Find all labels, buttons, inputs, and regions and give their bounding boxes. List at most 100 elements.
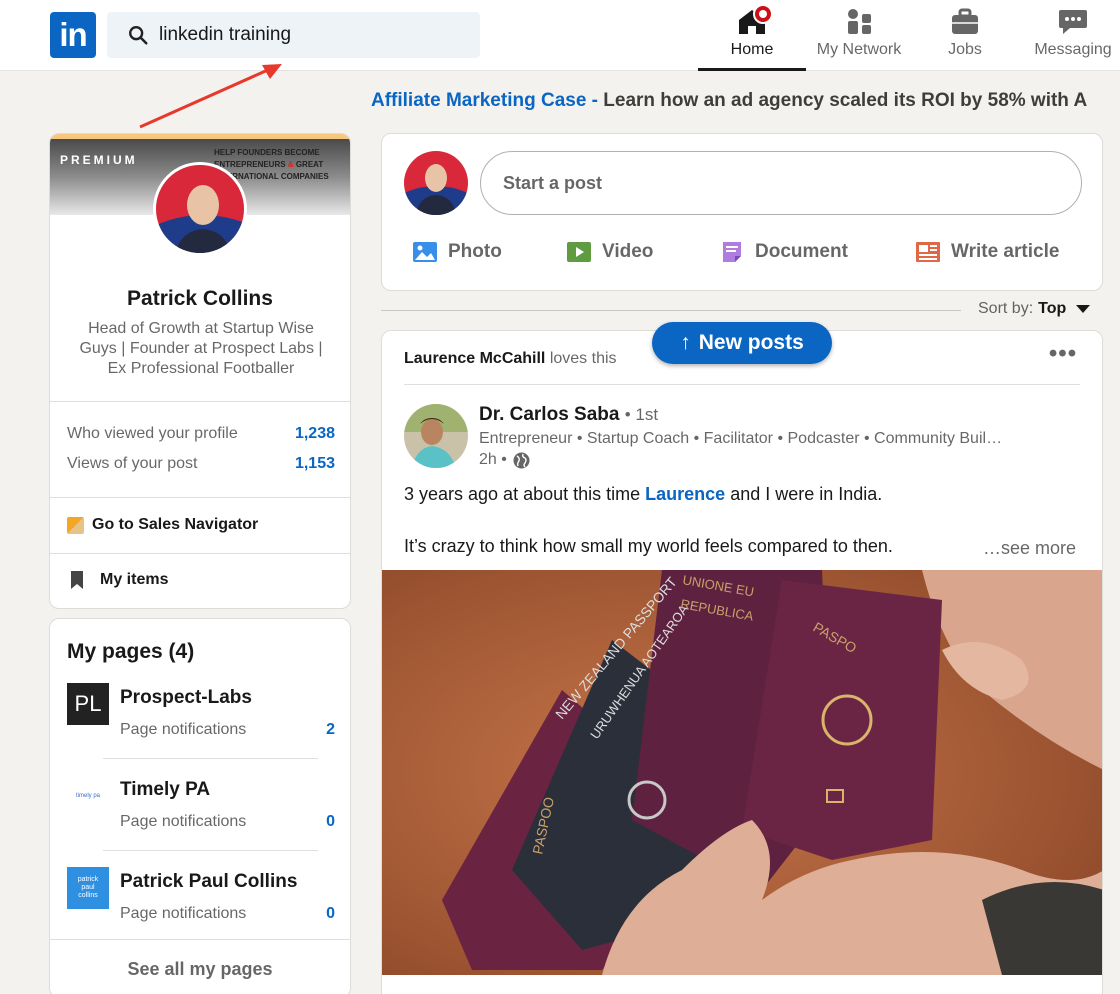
sort-dropdown[interactable]: Sort by: Top [978, 300, 1091, 318]
document-label: Document [755, 241, 848, 262]
share-box: Start a post Photo Video Document Write … [381, 133, 1103, 291]
avatar-photo [404, 151, 468, 215]
page-name[interactable]: Timely PA [120, 779, 210, 801]
write-article-button[interactable]: Write article [915, 230, 1059, 274]
arrow-up-icon: ↑ [680, 331, 691, 354]
page-name[interactable]: Prospect-Labs [120, 687, 252, 709]
new-posts-label: New posts [698, 331, 804, 354]
video-icon [567, 242, 591, 262]
sort-label: Sort by: [978, 300, 1034, 317]
post-text-line-1: 3 years ago at about this time Laurence … [404, 484, 882, 505]
search-icon [129, 26, 148, 45]
author-headline: Entrepreneur • Startup Coach • Facilitat… [479, 430, 1003, 447]
page-name[interactable]: Patrick Paul Collins [120, 871, 297, 893]
mention-link[interactable]: Laurence [645, 484, 725, 504]
user-avatar[interactable] [404, 151, 468, 215]
profile-headline: Head of Growth at Startup Wise Guys | Fo… [79, 320, 323, 377]
sales-navigator-icon [67, 516, 84, 534]
photo-icon [413, 242, 437, 262]
caret-down-icon [1076, 305, 1091, 313]
page-notifications-count: 0 [326, 905, 335, 922]
article-icon [916, 242, 940, 262]
timely-pa-logo: timely pa [67, 775, 109, 817]
divider [50, 939, 350, 940]
sort-value: Top [1038, 300, 1067, 317]
document-button[interactable]: Document [719, 230, 848, 274]
banner-text-2: & [287, 160, 294, 169]
post-text-before: 3 years ago at about this time [404, 484, 646, 504]
avatar-photo [404, 404, 468, 468]
connection-degree: • 1st [624, 405, 659, 424]
promo-link[interactable]: Affiliate Marketing Case - [371, 90, 598, 111]
stat-profile-views[interactable]: Who viewed your profile 1,238 [67, 425, 335, 443]
briefcase-icon [952, 8, 978, 34]
post-text-after: and I were in India. [725, 484, 883, 504]
divider [50, 401, 350, 402]
nav-my-network[interactable]: My Network [806, 0, 912, 71]
post-image[interactable]: NEW ZEALAND PASSPORT URUWHENUA AOTEAROA … [382, 570, 1102, 975]
divider [50, 553, 350, 554]
nav-my-network-label: My Network [816, 41, 902, 58]
stat-label: Who viewed your profile [67, 425, 238, 442]
photo-button[interactable]: Photo [412, 230, 502, 274]
page-item[interactable]: patrick paul collins Patrick Paul Collin… [67, 867, 335, 945]
post-time-text: 2h • [479, 451, 507, 468]
nav-messaging[interactable]: Messaging [1018, 0, 1120, 71]
nav-home-label: Home [730, 41, 774, 58]
avatar-photo [156, 165, 244, 253]
search-bar[interactable] [107, 12, 480, 58]
author-name[interactable]: Dr. Carlos Saba • 1st [479, 404, 658, 426]
more-options-button[interactable]: ••• [1047, 342, 1079, 371]
divider [103, 758, 318, 759]
messaging-icon [1059, 10, 1087, 34]
page-item[interactable]: PL Prospect-Labs Page notifications 2 [67, 683, 335, 761]
annotation-arrow [139, 64, 282, 129]
profile-name[interactable]: Patrick Collins [50, 287, 350, 311]
nav-home[interactable]: Home [698, 0, 806, 71]
network-icon [848, 9, 871, 34]
stat-value: 1,153 [294, 455, 335, 472]
new-posts-button[interactable]: ↑ New posts [652, 322, 832, 364]
see-all-pages-link[interactable]: See all my pages [50, 959, 350, 980]
nav-messaging-label: Messaging [1034, 41, 1112, 58]
feed-post: Laurence McCahill loves this ••• Dr. Car… [381, 330, 1103, 994]
post-activity: Laurence McCahill loves this [404, 350, 617, 368]
search-input[interactable] [159, 12, 459, 58]
sales-navigator-link[interactable]: Go to Sales Navigator [67, 516, 258, 534]
author-avatar[interactable] [404, 404, 468, 468]
my-items-link[interactable]: My items [67, 570, 168, 590]
page-item[interactable]: timely pa Timely PA Page notifications 0 [67, 775, 335, 853]
nav-jobs[interactable]: Jobs [912, 0, 1018, 71]
my-items-label: My items [100, 571, 169, 588]
promo-text: Learn how an ad agency scaled its ROI by… [598, 90, 1088, 111]
bookmark-icon [71, 571, 83, 589]
divider [404, 384, 1080, 385]
passports-photo: NEW ZEALAND PASSPORT URUWHENUA AOTEAROA … [382, 570, 1102, 975]
my-pages-card: My pages (4) PL Prospect-Labs Page notif… [49, 618, 351, 994]
author-name-text: Dr. Carlos Saba [479, 404, 620, 425]
notification-badge [753, 4, 773, 24]
page-notifications-label: Page notifications [120, 905, 247, 922]
prospect-labs-logo: PL [67, 683, 109, 725]
write-article-label: Write article [951, 241, 1060, 262]
activity-text: loves this [549, 350, 617, 367]
profile-avatar[interactable] [153, 162, 247, 256]
activity-actor[interactable]: Laurence McCahill [404, 350, 545, 367]
linkedin-logo[interactable]: in [50, 12, 96, 58]
stat-post-views[interactable]: Views of your post 1,153 [67, 455, 335, 473]
promo-banner[interactable]: Affiliate Marketing Case - Learn how an … [371, 90, 1120, 112]
divider [103, 850, 318, 851]
premium-label: PREMIUM [60, 153, 138, 167]
post-time: 2h • [479, 451, 530, 469]
start-post-button[interactable]: Start a post [480, 151, 1082, 215]
page-notifications-count: 2 [326, 721, 335, 738]
see-more-link[interactable]: …see more [983, 538, 1076, 559]
page-notifications-count: 0 [326, 813, 335, 830]
sort-divider [381, 310, 961, 311]
my-pages-title: My pages (4) [67, 640, 195, 663]
profile-card: PREMIUM HELP FOUNDERS BECOME ENTREPRENEU… [49, 133, 351, 609]
globe-icon [513, 452, 530, 468]
stat-value: 1,238 [294, 425, 335, 442]
video-button[interactable]: Video [566, 230, 653, 274]
page-notifications-label: Page notifications [120, 813, 247, 830]
